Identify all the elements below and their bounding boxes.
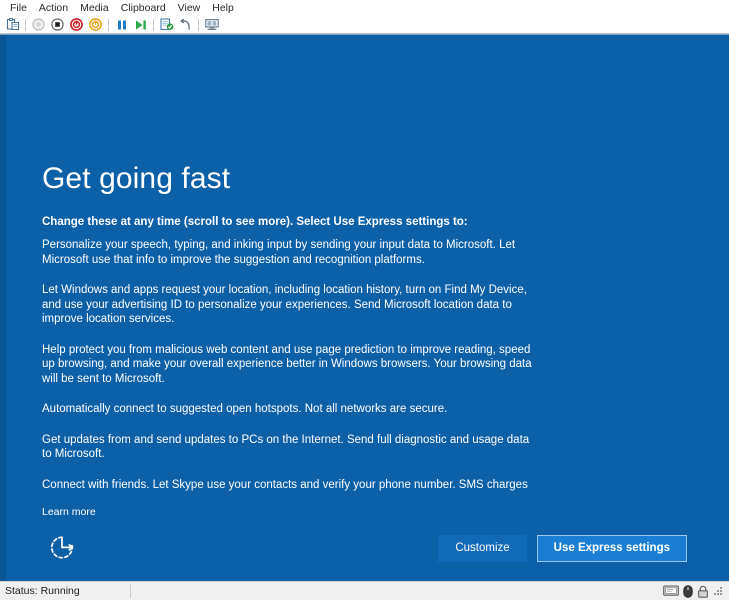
oobe-button-row: Customize Use Express settings — [438, 535, 687, 562]
learn-more-link[interactable]: Learn more — [42, 506, 96, 518]
clipboard-paste-icon — [6, 18, 20, 31]
menu-bar: File Action Media Clipboard View Help — [0, 0, 729, 16]
enhanced-session-icon — [204, 18, 219, 31]
start-icon — [134, 19, 147, 31]
menu-media[interactable]: Media — [74, 1, 115, 16]
menu-action[interactable]: Action — [33, 1, 74, 16]
reset-icon — [89, 18, 102, 31]
toolbar-revert-button[interactable] — [176, 17, 195, 33]
oobe-paragraph-skype: Connect with friends. Let Skype use your… — [42, 478, 528, 491]
revert-icon — [179, 18, 192, 31]
vm-display-area[interactable]: Get going fast Change these at any time … — [0, 34, 729, 581]
page-title: Get going fast — [42, 162, 231, 195]
toolbar-reset-button[interactable] — [86, 17, 105, 33]
toolbar-clipboard-button[interactable] — [3, 17, 22, 33]
lock-icon[interactable] — [697, 585, 709, 598]
vmconnect-window: File Action Media Clipboard View Help Ge… — [0, 0, 729, 600]
mouse-icon[interactable] — [683, 584, 693, 598]
oobe-paragraph-speech: Personalize your speech, typing, and ink… — [42, 239, 516, 266]
toolbar-separator-1 — [25, 18, 26, 31]
ease-of-access-icon — [46, 536, 80, 568]
oobe-paragraph-hotspots: Automatically connect to suggested open … — [42, 403, 448, 415]
oobe-privacy-settings-screen: Get going fast Change these at any time … — [0, 35, 729, 581]
oobe-paragraph-location: Let Windows and apps request your locati… — [42, 284, 527, 325]
pause-icon — [116, 19, 128, 31]
toolbar-separator-4 — [198, 18, 199, 31]
customize-button[interactable]: Customize — [438, 535, 527, 562]
status-separator — [130, 584, 131, 598]
toolbar-shutdown-button[interactable] — [48, 17, 67, 33]
checkpoint-icon — [159, 18, 174, 31]
status-icon-group — [663, 584, 729, 598]
status-text: Status: Running — [5, 585, 80, 597]
ctrl-alt-delete-icon — [32, 18, 45, 31]
toolbar-pause-button[interactable] — [112, 17, 131, 33]
status-bar: Status: Running — [0, 581, 729, 600]
turn-off-icon — [70, 18, 83, 31]
toolbar-checkpoint-button[interactable] — [157, 17, 176, 33]
toolbar-turn-off-button[interactable] — [67, 17, 86, 33]
shutdown-icon — [51, 18, 64, 31]
toolbar-enhanced-session-button[interactable] — [202, 17, 221, 33]
toolbar — [0, 16, 729, 34]
ease-of-access-button[interactable] — [46, 532, 80, 564]
oobe-lead-text: Change these at any time (scroll to see … — [42, 216, 468, 228]
use-express-settings-button[interactable]: Use Express settings — [536, 535, 687, 562]
menu-clipboard[interactable]: Clipboard — [115, 1, 172, 16]
resize-grip[interactable] — [713, 585, 723, 597]
toolbar-start-button[interactable] — [131, 17, 150, 33]
toolbar-separator-2 — [108, 18, 109, 31]
menu-view[interactable]: View — [172, 1, 207, 16]
toolbar-ctrl-alt-delete-button[interactable] — [29, 17, 48, 33]
menu-file[interactable]: File — [4, 1, 33, 16]
oobe-paragraph-browsing: Help protect you from malicious web cont… — [42, 343, 532, 385]
menu-help[interactable]: Help — [206, 1, 240, 16]
oobe-settings-description[interactable]: Personalize your speech, typing, and ink… — [42, 238, 534, 493]
oobe-paragraph-updates: Get updates from and send updates to PCs… — [42, 433, 530, 461]
toolbar-separator-3 — [153, 18, 154, 31]
screen-icon[interactable] — [663, 585, 679, 597]
